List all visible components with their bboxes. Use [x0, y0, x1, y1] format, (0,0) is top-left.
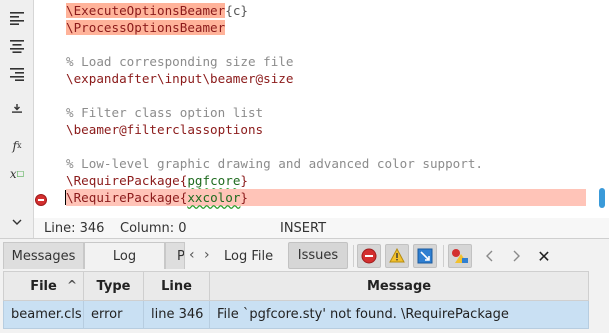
code-line: % Low-level graphic drawing and advanced…: [66, 155, 586, 172]
latex-command: \expandafter\input\beamer@size: [66, 71, 294, 86]
separator: [353, 245, 354, 267]
brace: }: [240, 3, 249, 18]
chevron-down-icon[interactable]: [8, 213, 26, 231]
comment: % Load corresponding size file: [66, 54, 294, 69]
align-right-icon[interactable]: [8, 65, 26, 83]
log-file-button[interactable]: Log File: [218, 244, 279, 268]
tab-scroll-right-icon[interactable]: ›: [204, 247, 210, 263]
align-left-icon[interactable]: [8, 9, 26, 27]
subscript-icon[interactable]: x □: [8, 165, 26, 183]
column-header-type[interactable]: Type: [83, 271, 144, 301]
brace: {: [225, 3, 233, 18]
column-header-line[interactable]: Line: [143, 271, 210, 301]
status-line: Line: 346: [44, 221, 105, 236]
code-line: \ExecuteOptionsBeamer{c}: [66, 2, 586, 19]
tab-scroll-left-icon[interactable]: ‹: [189, 247, 195, 263]
tab-preview[interactable]: P: [165, 242, 185, 269]
argument: xxcolor: [187, 190, 241, 205]
comment: % Low-level graphic drawing and advanced…: [66, 156, 484, 171]
brace: }: [240, 173, 248, 188]
status-mode: INSERT: [280, 221, 327, 236]
left-toolbar: fx x □: [0, 0, 34, 238]
table-row[interactable]: beamer.cls error line 346 File `pgfcore.…: [3, 300, 589, 329]
table-scroll-area: [589, 271, 609, 333]
cell-type: error: [83, 300, 144, 329]
tab-messages[interactable]: Messages: [3, 242, 84, 269]
status-column: Column: 0: [120, 221, 187, 236]
latex-command: \ProcessOptionsBeamer: [66, 20, 226, 35]
error-marker-icon[interactable]: [35, 194, 47, 206]
scrollbar-thumb[interactable]: [599, 188, 605, 208]
bottom-panel: Messages Log P ‹ › Log File Issues ✕ Fil…: [0, 238, 609, 333]
current-error-line: \RequirePackage{xxcolor}: [65, 189, 586, 206]
code-area[interactable]: \ExecuteOptionsBeamer{c} \ProcessOptions…: [65, 2, 586, 206]
log-table: File ^ Type Line Message beamer.cls error…: [3, 271, 589, 329]
insert-icon[interactable]: [8, 99, 26, 117]
comment: % Filter class option list: [66, 105, 264, 120]
tab-log[interactable]: Log: [84, 242, 165, 269]
table-header-row: File ^ Type Line Message: [3, 271, 589, 301]
status-bar: Line: 346 Column: 0 INSERT: [34, 218, 609, 238]
errors-filter-icon[interactable]: [357, 244, 381, 268]
sort-ascending-icon: ^: [66, 278, 77, 292]
code-line: \beamer@filterclassoptions: [66, 121, 586, 138]
cell-file: beamer.cls: [3, 300, 84, 329]
align-center-icon[interactable]: [8, 37, 26, 55]
editor-gutter: [34, 0, 66, 218]
code-line: \expandafter\input\beamer@size: [66, 70, 586, 87]
previous-issue-icon[interactable]: [478, 244, 502, 268]
separator: [443, 245, 444, 267]
brace: }: [240, 190, 248, 205]
function-sub: x: [16, 141, 22, 150]
latex-command: \beamer@filterclassoptions: [66, 122, 264, 137]
subscript-label: x: [9, 167, 17, 181]
column-header-file[interactable]: File ^: [3, 271, 84, 301]
warnings-filter-icon[interactable]: [385, 244, 409, 268]
latex-command: \ExecuteOptionsBeamer: [66, 3, 226, 18]
log-markers-icon[interactable]: [448, 244, 472, 268]
next-issue-icon[interactable]: [504, 244, 528, 268]
column-header-message[interactable]: Message: [209, 271, 589, 301]
badboxes-filter-icon[interactable]: [413, 244, 437, 268]
code-line: % Load corresponding size file: [66, 53, 586, 70]
code-line: % Filter class option list: [66, 104, 586, 121]
subscript-sub: □: [16, 169, 25, 178]
code-line: \RequirePackage{pgfcore}: [66, 172, 586, 189]
latex-command: \RequirePackage: [66, 173, 180, 188]
close-panel-icon[interactable]: ✕: [532, 244, 556, 268]
code-line: \ProcessOptionsBeamer: [66, 19, 586, 36]
cell-line: line 346: [143, 300, 210, 329]
code-editor[interactable]: \ExecuteOptionsBeamer{c} \ProcessOptions…: [34, 0, 609, 218]
cell-message: File `pgfcore.sty' not found. \RequirePa…: [209, 300, 589, 329]
function-icon[interactable]: fx: [8, 137, 26, 155]
latex-command: \RequirePackage: [66, 190, 180, 205]
issues-button[interactable]: Issues: [288, 242, 348, 269]
argument: pgfcore: [187, 173, 241, 188]
